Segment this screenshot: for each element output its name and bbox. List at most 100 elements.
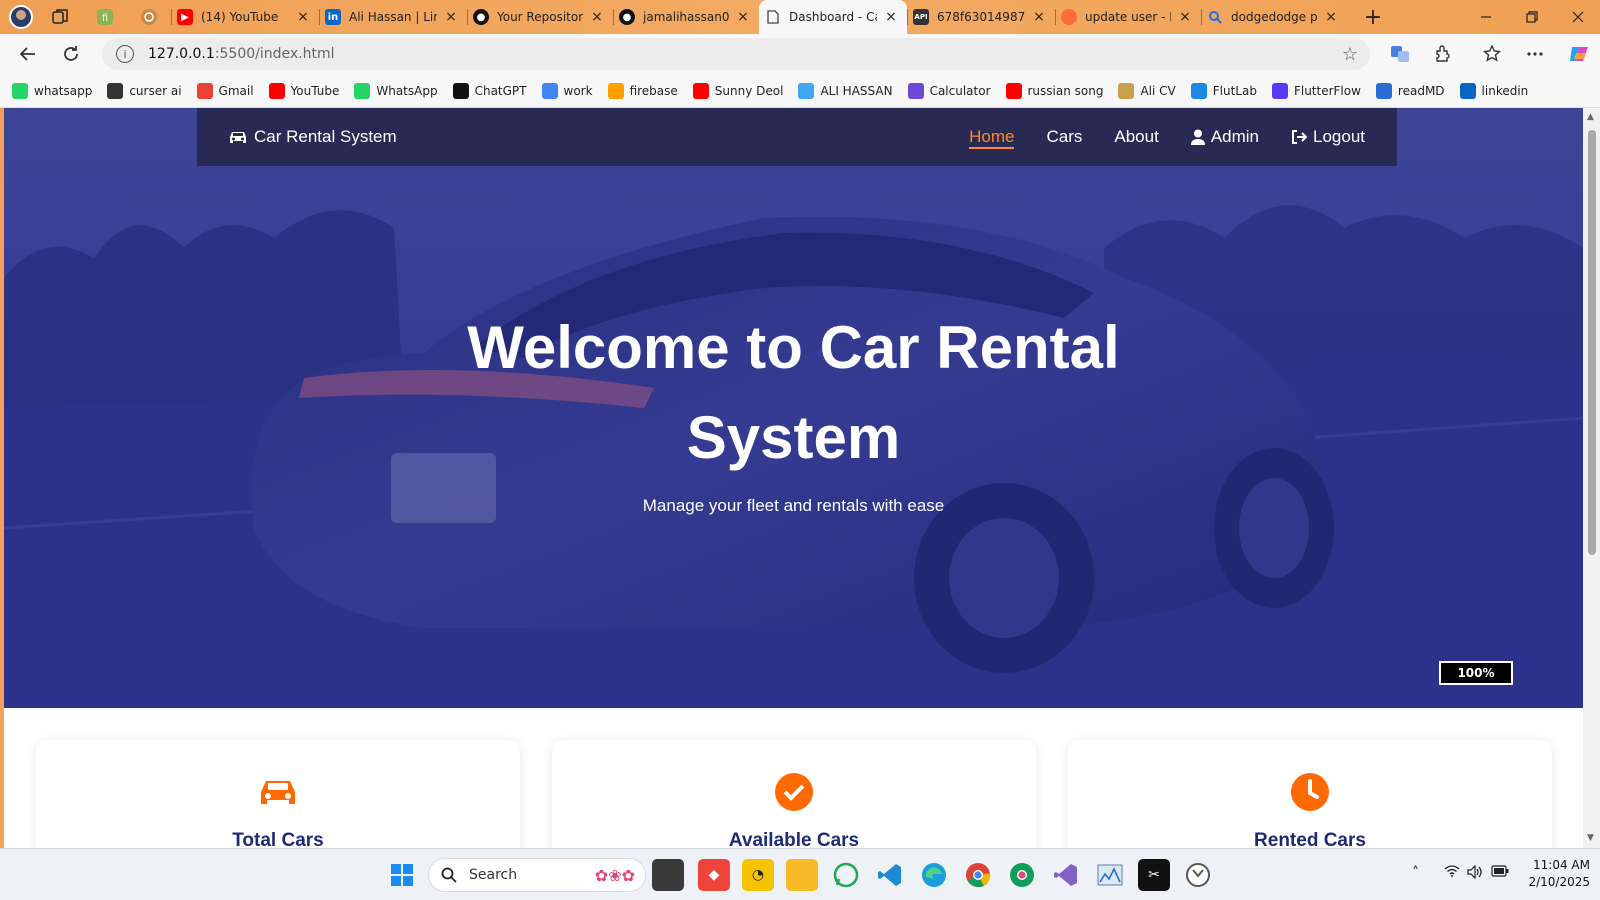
profile-avatar[interactable] — [9, 5, 33, 29]
whatsapp-icon[interactable] — [830, 859, 862, 891]
close-tab-icon[interactable]: × — [1177, 9, 1193, 25]
nav-admin-label: Admin — [1210, 127, 1259, 146]
bookmark-item[interactable]: whatsapp — [12, 82, 92, 99]
api-icon: API — [913, 9, 929, 25]
app-icon[interactable] — [1182, 859, 1214, 891]
back-icon[interactable] — [11, 38, 43, 70]
browser-tab[interactable]: in Ali Hassan | LinkedIn × — [319, 0, 467, 34]
pinned-tab-icon[interactable] — [137, 5, 161, 29]
pinned-tab-icon[interactable]: fi — [93, 5, 117, 29]
user-icon — [1190, 129, 1205, 145]
bookmark-favicon-icon — [452, 82, 469, 99]
bookmark-label: curser ai — [129, 83, 182, 98]
restore-icon[interactable] — [1509, 0, 1555, 34]
anydesk-icon[interactable]: ◆ — [698, 859, 730, 891]
minimize-icon[interactable] — [1463, 0, 1509, 34]
bookmark-item[interactable]: linkedin — [1459, 82, 1528, 99]
scrollbar-thumb[interactable] — [1588, 130, 1596, 555]
bookmark-item[interactable]: Calculator — [907, 82, 991, 99]
edge-icon[interactable] — [918, 859, 950, 891]
bookmark-favicon-icon — [1190, 82, 1207, 99]
close-tab-icon[interactable]: × — [883, 9, 899, 25]
bookmark-item[interactable]: YouTube — [268, 82, 339, 99]
new-tab-button[interactable]: + — [1359, 3, 1387, 31]
windows-start-icon[interactable] — [386, 859, 418, 891]
close-tab-icon[interactable]: × — [589, 9, 605, 25]
app-icon[interactable]: ◔ — [742, 859, 774, 891]
nav-logout-link[interactable]: Logout — [1291, 108, 1365, 166]
bookmark-item[interactable]: WhatsApp — [354, 82, 438, 99]
extensions-icon[interactable] — [1429, 40, 1457, 68]
bookmark-item[interactable]: russian song — [1005, 82, 1103, 99]
hero-subtitle: Manage your fleet and rentals with ease — [642, 496, 945, 515]
bookmark-item[interactable]: Gmail — [196, 82, 254, 99]
scroll-up-icon[interactable]: ▲ — [1587, 112, 1594, 122]
bookmark-item[interactable]: FlutterFlow — [1271, 82, 1361, 99]
zoom-level-badge: 100% — [1439, 661, 1513, 685]
close-tab-icon[interactable]: × — [295, 9, 311, 25]
bookmark-star-icon[interactable]: ☆ — [1342, 44, 1358, 65]
vscode-icon[interactable] — [874, 859, 906, 891]
bookmark-item[interactable]: Sunny Deol — [692, 82, 783, 99]
nav-admin-link[interactable]: Admin — [1190, 108, 1259, 166]
browser-tab-active[interactable]: Dashboard - Car Rental × — [759, 0, 907, 34]
url-text: 127.0.0.1:5500/index.html — [148, 46, 335, 62]
more-options-icon[interactable] — [1521, 40, 1549, 68]
capcut-icon[interactable]: ✂ — [1138, 859, 1170, 891]
reload-icon[interactable] — [55, 38, 87, 70]
bookmark-item[interactable]: ChatGPT — [452, 82, 527, 99]
bookmark-favicon-icon — [607, 82, 624, 99]
page-icon — [765, 9, 781, 25]
bookmark-item[interactable]: FlutLab — [1190, 82, 1257, 99]
clock-date: 2/10/2025 — [1528, 875, 1590, 889]
bookmark-item[interactable]: firebase — [607, 82, 678, 99]
bookmark-item[interactable]: work — [541, 82, 593, 99]
taskbar-clock[interactable]: 11:04 AM 2/10/2025 — [1520, 857, 1590, 891]
favorites-icon[interactable] — [1478, 40, 1506, 68]
close-window-icon[interactable] — [1555, 0, 1600, 34]
tab-title: Dashboard - Car Rental — [789, 10, 877, 24]
copilot-icon[interactable] — [1565, 40, 1593, 68]
bookmark-item[interactable]: ALI HASSAN — [798, 82, 893, 99]
workspaces-icon[interactable] — [49, 6, 71, 28]
tab-title: 678f630149875e — [937, 10, 1025, 24]
browser-tab[interactable]: dodgedodge pn × — [1201, 0, 1347, 34]
scroll-down-icon[interactable]: ▼ — [1587, 833, 1594, 843]
browser-tab[interactable]: API 678f630149875e × — [907, 0, 1055, 34]
bookmark-item[interactable]: readMD — [1375, 82, 1445, 99]
bookmark-label: Calculator — [929, 83, 991, 98]
close-tab-icon[interactable]: × — [735, 9, 751, 25]
visual-studio-icon[interactable] — [1050, 859, 1082, 891]
nav-about-link[interactable]: About — [1114, 108, 1158, 166]
browser-tab[interactable]: ● jamalihassan0307 × — [613, 0, 759, 34]
taskbar-search-input[interactable]: Search ✿❀✿ — [428, 858, 646, 892]
chart-app-icon[interactable] — [1094, 859, 1126, 891]
browser-tab[interactable]: ▶ (14) YouTube × — [171, 0, 319, 34]
chrome-icon[interactable] — [962, 859, 994, 891]
bookmark-item[interactable]: curser ai — [107, 82, 182, 99]
wifi-icon[interactable] — [1444, 865, 1460, 881]
bookmark-label: readMD — [1397, 83, 1445, 98]
stat-card-label: Available Cars — [728, 830, 860, 848]
url-input[interactable]: i 127.0.0.1:5500/index.html ☆ — [102, 38, 1370, 70]
browser-tab[interactable]: update user - M × — [1055, 0, 1201, 34]
close-tab-icon[interactable]: × — [1323, 9, 1339, 25]
bookmark-favicon-icon — [541, 82, 558, 99]
brand-logo[interactable]: Car Rental System — [228, 127, 397, 147]
site-info-icon[interactable]: i — [116, 45, 134, 63]
nav-cars-link[interactable]: Cars — [1046, 108, 1082, 166]
translate-icon[interactable] — [1386, 40, 1414, 68]
nav-home-link[interactable]: Home — [969, 108, 1015, 166]
close-tab-icon[interactable]: × — [1031, 9, 1047, 25]
volume-icon[interactable] — [1467, 864, 1483, 883]
close-tab-icon[interactable]: × — [443, 9, 459, 25]
page-scrollbar[interactable]: ▲ ▼ — [1583, 108, 1600, 848]
chevron-up-icon[interactable]: ˄ — [1412, 865, 1419, 881]
task-view-icon[interactable] — [652, 859, 684, 891]
bookmark-item[interactable]: Ali CV — [1118, 82, 1176, 99]
file-explorer-icon[interactable] — [786, 859, 818, 891]
chrome-profile-icon[interactable] — [1006, 859, 1038, 891]
browser-tab[interactable]: ● Your Repositories × — [467, 0, 613, 34]
bookmark-label: FlutLab — [1212, 83, 1257, 98]
battery-icon[interactable] — [1491, 865, 1509, 881]
